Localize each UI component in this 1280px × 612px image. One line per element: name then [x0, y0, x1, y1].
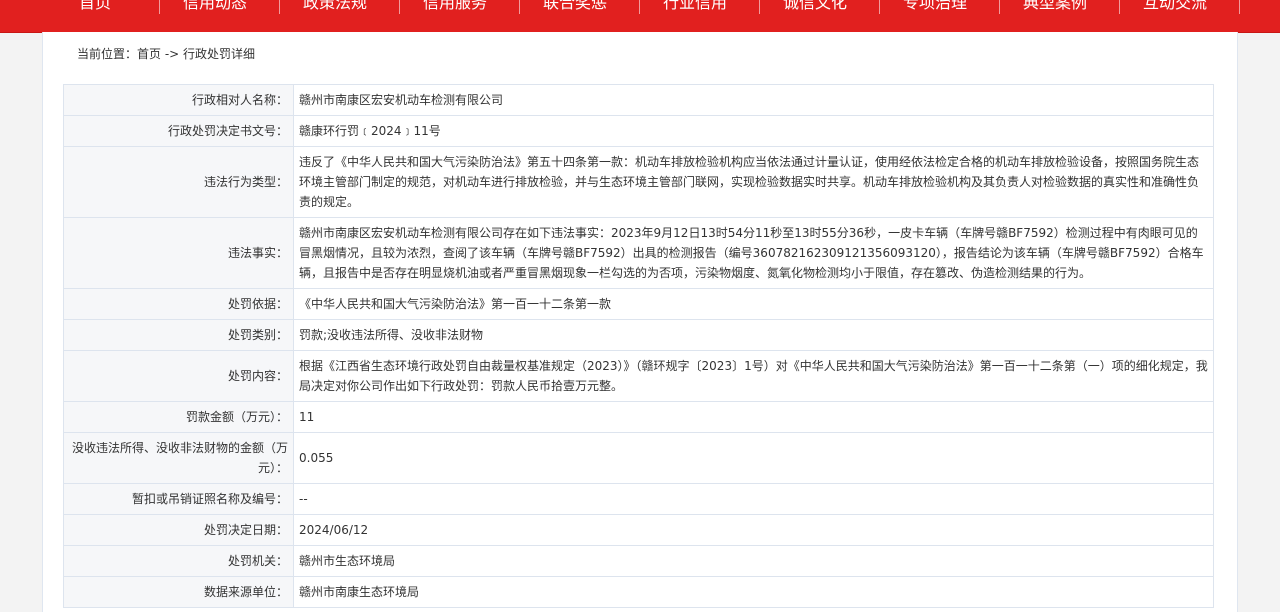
- breadcrumb: 当前位置：首页 -> 行政处罚详细: [77, 45, 255, 62]
- row-value-fine-amount: 11: [293, 401, 1214, 433]
- row-label-penalty-authority: 处罚机关：: [63, 545, 294, 577]
- table-row: 行政处罚决定书文号： 赣康环行罚﹝2024﹞11号: [63, 115, 1214, 147]
- row-label-party-name: 行政相对人名称：: [63, 84, 294, 116]
- row-label-license-revocation: 暂扣或吊销证照名称及编号：: [63, 483, 294, 515]
- nav-separator: [1239, 0, 1240, 14]
- row-value-license-revocation: --: [293, 483, 1214, 515]
- table-row: 违法行为类型： 违反了《中华人民共和国大气污染防治法》第五十四条第一款：机动车排…: [63, 146, 1214, 218]
- table-row: 处罚内容： 根据《江西省生态环境行政处罚自由裁量权基准规定（2023）》（赣环规…: [63, 350, 1214, 402]
- table-row: 没收违法所得、没收非法财物的金额（万元）： 0.055: [63, 432, 1214, 484]
- breadcrumb-home-link[interactable]: 首页: [137, 47, 161, 61]
- row-value-decision-date: 2024/06/12: [293, 514, 1214, 546]
- table-row: 数据来源单位： 赣州市南康生态环境局: [63, 576, 1214, 608]
- table-row: 罚款金额（万元）： 11: [63, 401, 1214, 433]
- nav-item-policies[interactable]: 政策法规: [275, 0, 395, 14]
- row-value-legal-basis: 《中华人民共和国大气污染防治法》第一百一十二条第一款: [293, 288, 1214, 320]
- table-row: 暂扣或吊销证照名称及编号： --: [63, 483, 1214, 515]
- table-row: 处罚决定日期： 2024/06/12: [63, 514, 1214, 546]
- nav-item-credit-news[interactable]: 信用动态: [155, 0, 275, 14]
- row-value-decision-number: 赣康环行罚﹝2024﹞11号: [293, 115, 1214, 147]
- row-value-violation-facts: 赣州市南康区宏安机动车检测有限公司存在如下违法事实：2023年9月12日13时5…: [293, 217, 1214, 289]
- row-value-penalty-authority: 赣州市生态环境局: [293, 545, 1214, 577]
- content-panel: 当前位置：首页 -> 行政处罚详细 行政相对人名称： 赣州市南康区宏安机动车检测…: [42, 32, 1238, 612]
- row-value-violation-type: 违反了《中华人民共和国大气污染防治法》第五十四条第一款：机动车排放检验机构应当依…: [293, 146, 1214, 218]
- breadcrumb-current: 行政处罚详细: [183, 47, 256, 61]
- nav-item-typical-cases[interactable]: 典型案例: [995, 0, 1115, 14]
- breadcrumb-prefix: 当前位置：: [77, 47, 138, 61]
- row-label-fine-amount: 罚款金额（万元）：: [63, 401, 294, 433]
- row-value-confiscated-amount: 0.055: [293, 432, 1214, 484]
- table-row: 处罚机关： 赣州市生态环境局: [63, 545, 1214, 577]
- row-value-penalty-category: 罚款;没收违法所得、没收非法财物: [293, 319, 1214, 351]
- nav-item-credit-services[interactable]: 信用服务: [395, 0, 515, 14]
- row-label-legal-basis: 处罚依据：: [63, 288, 294, 320]
- nav-item-home[interactable]: 首页: [35, 0, 155, 14]
- penalty-detail-table: 行政相对人名称： 赣州市南康区宏安机动车检测有限公司 行政处罚决定书文号： 赣康…: [63, 84, 1214, 608]
- table-row: 处罚类别： 罚款;没收违法所得、没收非法财物: [63, 319, 1214, 351]
- row-label-penalty-category: 处罚类别：: [63, 319, 294, 351]
- nav-item-joint-rewards[interactable]: 联合奖惩: [515, 0, 635, 14]
- row-label-penalty-content: 处罚内容：: [63, 350, 294, 402]
- row-value-party-name: 赣州市南康区宏安机动车检测有限公司: [293, 84, 1214, 116]
- row-label-decision-date: 处罚决定日期：: [63, 514, 294, 546]
- row-value-data-source: 赣州市南康生态环境局: [293, 576, 1214, 608]
- top-navigation-bar: 首页 信用动态 政策法规 信用服务 联合奖惩 行业信用 诚信文化 专项治理 典型…: [0, 0, 1280, 33]
- table-row: 处罚依据： 《中华人民共和国大气污染防治法》第一百一十二条第一款: [63, 288, 1214, 320]
- row-label-data-source: 数据来源单位：: [63, 576, 294, 608]
- table-row: 行政相对人名称： 赣州市南康区宏安机动车检测有限公司: [63, 84, 1214, 116]
- row-value-penalty-content: 根据《江西省生态环境行政处罚自由裁量权基准规定（2023）》（赣环规字〔2023…: [293, 350, 1214, 402]
- nav-item-special-governance[interactable]: 专项治理: [875, 0, 995, 14]
- row-label-violation-type: 违法行为类型：: [63, 146, 294, 218]
- breadcrumb-separator: ->: [161, 47, 184, 61]
- row-label-decision-number: 行政处罚决定书文号：: [63, 115, 294, 147]
- row-label-confiscated-amount: 没收违法所得、没收非法财物的金额（万元）：: [63, 432, 294, 484]
- nav-item-interaction[interactable]: 互动交流: [1115, 0, 1235, 14]
- row-label-violation-facts: 违法事实：: [63, 217, 294, 289]
- table-row: 违法事实： 赣州市南康区宏安机动车检测有限公司存在如下违法事实：2023年9月1…: [63, 217, 1214, 289]
- nav-item-integrity-culture[interactable]: 诚信文化: [755, 0, 875, 14]
- nav-item-industry-credit[interactable]: 行业信用: [635, 0, 755, 14]
